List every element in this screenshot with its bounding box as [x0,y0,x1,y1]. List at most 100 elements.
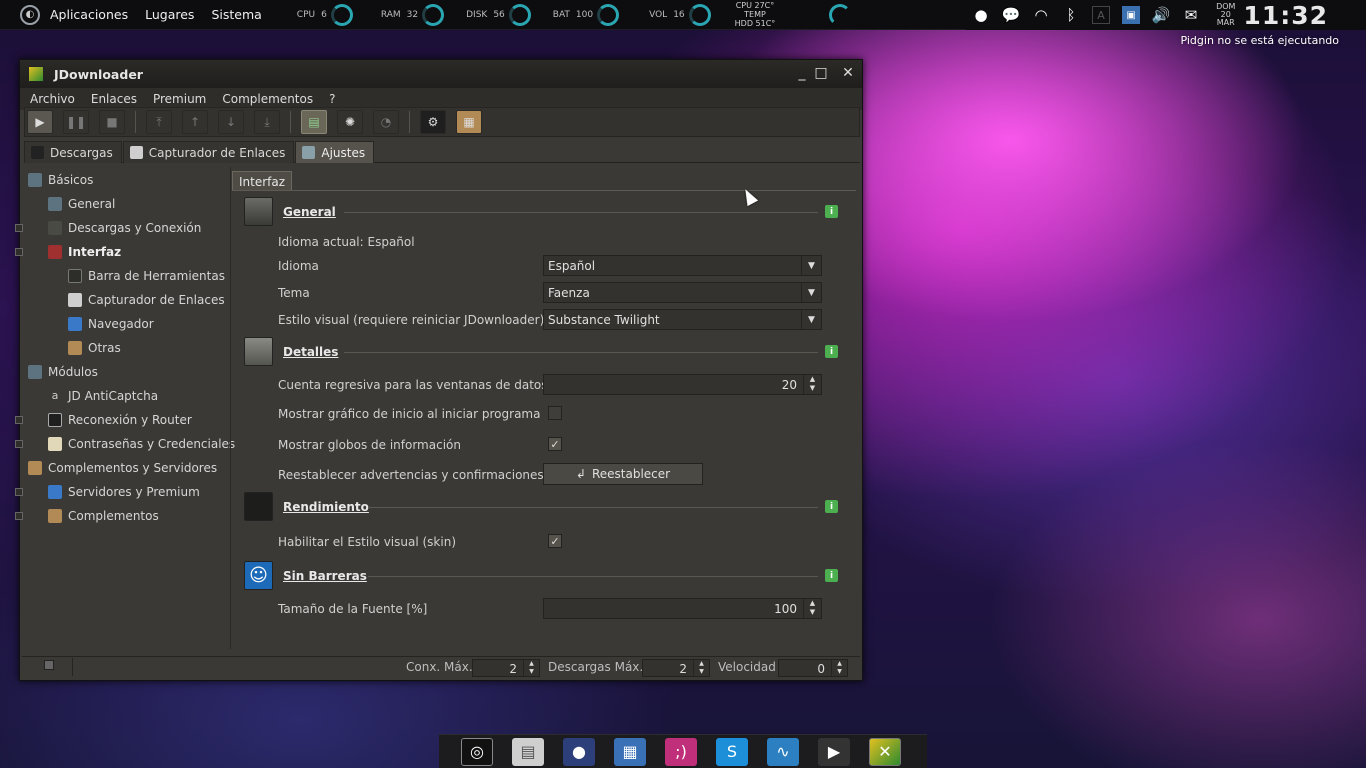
desc-label: Descargas Máx. [548,660,644,674]
info-icon[interactable]: i [825,345,838,358]
info-icon[interactable]: i [825,205,838,218]
conx-spinner[interactable]: 2 ▲ ▼ [472,659,540,677]
move-bottom-icon[interactable]: ⤓ [254,110,280,134]
keyboard-icon[interactable]: A [1092,6,1111,24]
tree-barra[interactable]: Barra de Herramientas [68,266,225,286]
tab-interfaz[interactable]: Interfaz [232,171,293,191]
estilo-select[interactable]: Substance Twilight ▼ [543,309,822,330]
tree-basicos[interactable]: Básicos [28,170,93,190]
expand-toggle[interactable] [15,440,23,448]
expand-toggle[interactable] [15,512,23,520]
menu-enlaces[interactable]: Enlaces [91,92,137,106]
apps-icon[interactable]: ▦ [614,737,646,766]
expand-toggle[interactable] [15,224,23,232]
globos-checkbox[interactable]: ✓ [548,437,562,451]
expand-toggle[interactable] [15,248,23,256]
cuenta-spinner[interactable]: 20 ▲ ▼ [543,374,822,395]
tree-descargas[interactable]: Descargas y Conexión [15,218,201,238]
clipboard-icon[interactable]: ▤ [301,110,327,134]
spinner-arrows-icon[interactable]: ▲ ▼ [523,660,539,676]
chat-icon[interactable]: 💬 [1002,6,1021,24]
tray-toggle-icon[interactable] [44,660,54,670]
tree-capturador[interactable]: Capturador de Enlaces [68,290,225,310]
tree-anticaptcha[interactable]: a JD AntiCaptcha [48,386,158,406]
tema-select[interactable]: Faenza ▼ [543,282,822,303]
spinner-arrows-icon[interactable]: ▲ ▼ [803,375,821,394]
tree-general[interactable]: General [48,194,115,214]
tree-otras[interactable]: Otras [68,338,121,358]
close-button[interactable]: ✕ [839,64,857,82]
desc-spinner[interactable]: 2 ▲ ▼ [642,659,710,677]
vel-spinner[interactable]: 0 ▲ ▼ [778,659,848,677]
skype-icon[interactable]: S [716,737,748,766]
menu-help[interactable]: ? [329,92,335,106]
spinner-arrows-icon[interactable]: ▲ ▼ [831,660,847,676]
menu-aplicaciones[interactable]: Aplicaciones [50,7,128,22]
monitor-icon[interactable]: ∿ [767,737,799,766]
video-icon[interactable]: ▶ [818,737,850,766]
toolbar-separator [135,111,136,133]
spinner-arrows-icon[interactable]: ▲ ▼ [803,599,821,618]
reestablecer-button[interactable]: ↲ Reestablecer [543,463,703,485]
tree-reconexion[interactable]: Reconexión y Router [15,410,192,430]
browser-icon [68,317,82,331]
expand-toggle[interactable] [15,488,23,496]
wifi-icon[interactable]: ◠ [1032,6,1050,24]
splitter[interactable] [230,167,231,649]
tree-contrasenas[interactable]: Contraseñas y Credenciales [15,434,235,454]
tree-servidores-premium[interactable]: Servidores y Premium [15,482,200,502]
settings-icon[interactable]: ⚙ [420,110,446,134]
expand-toggle[interactable] [15,416,23,424]
notification-icon[interactable]: ● [972,6,990,24]
grafico-checkbox[interactable] [548,406,562,420]
menu-sistema[interactable]: Sistema [211,7,261,22]
display-icon[interactable]: ▣ [1122,6,1141,24]
title-bar[interactable]: JDownloader _ □ ✕ [20,60,862,88]
chevron-down-icon[interactable]: ▼ [801,256,821,275]
reconnect-icon[interactable]: ✺ [337,110,363,134]
disk-icon[interactable]: ◎ [461,737,493,766]
info-icon[interactable]: i [825,569,838,582]
stop-icon[interactable]: ■ [99,110,125,134]
jdownloader-icon[interactable]: ✕ [869,737,901,766]
menu-archivo[interactable]: Archivo [30,92,75,106]
files-icon[interactable]: ▤ [512,737,544,766]
date-display[interactable]: DOM 20 MAR [1216,3,1235,27]
tab-descargas[interactable]: Descargas [24,141,122,163]
bluetooth-icon[interactable]: ᛒ [1062,6,1080,24]
menu-premium[interactable]: Premium [153,92,206,106]
skin-checkbox[interactable]: ✓ [548,534,562,548]
chat-app-icon[interactable]: ;) [665,737,697,766]
chevron-down-icon[interactable]: ▼ [801,283,821,302]
idioma-select[interactable]: Español ▼ [543,255,822,276]
tab-capturador[interactable]: Capturador de Enlaces [122,141,295,163]
firefox-icon[interactable]: ● [563,737,595,766]
tree-navegador[interactable]: Navegador [68,314,154,334]
tree-interfaz[interactable]: Interfaz [15,242,121,262]
menu-lugares[interactable]: Lugares [145,7,194,22]
menu-complementos[interactable]: Complementos [222,92,313,106]
info-icon[interactable]: i [825,500,838,513]
tab-ajustes[interactable]: Ajustes [295,141,375,163]
package-icon[interactable]: ▦ [456,110,482,134]
speed-icon[interactable]: ◔ [373,110,399,134]
minimize-button[interactable]: _ [793,64,811,82]
cpu-ring-icon [330,3,353,26]
maximize-button[interactable]: □ [812,64,830,82]
pause-icon[interactable]: ❚❚ [63,110,89,134]
tree-complementos-servidores[interactable]: Complementos y Servidores [28,458,217,478]
clock[interactable]: 11:32 [1243,1,1328,30]
distro-logo-icon[interactable]: ◐ [20,4,40,25]
suit-icon [244,197,273,226]
fuente-spinner[interactable]: 100 ▲ ▼ [543,598,822,619]
move-down-icon[interactable]: ↓ [218,110,244,134]
tree-modulos[interactable]: Módulos [28,362,98,382]
play-icon[interactable]: ▶ [27,110,53,134]
chevron-down-icon[interactable]: ▼ [801,310,821,329]
spinner-arrows-icon[interactable]: ▲ ▼ [693,660,709,676]
move-top-icon[interactable]: ⤒ [146,110,172,134]
mail-icon[interactable]: ✉ [1182,6,1200,24]
volume-icon[interactable]: 🔊 [1152,6,1171,24]
tree-complementos[interactable]: Complementos [15,506,159,526]
move-up-icon[interactable]: ↑ [182,110,208,134]
